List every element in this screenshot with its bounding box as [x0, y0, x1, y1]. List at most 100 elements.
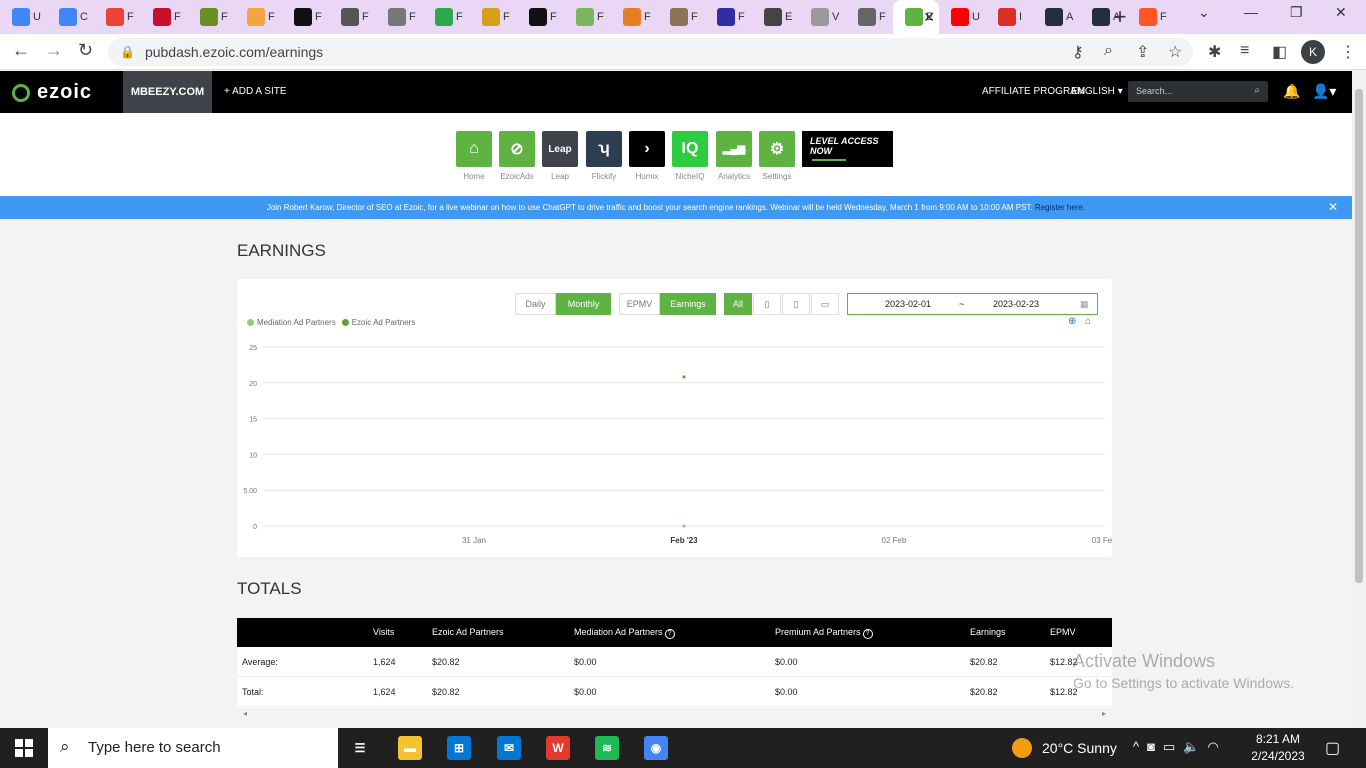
ezoic-search-input[interactable]: Search... ⌕ [1128, 81, 1268, 102]
level-access-promo[interactable]: LEVEL ACCESS NOW [802, 131, 893, 167]
scrollbar-thumb[interactable] [1355, 89, 1363, 583]
wifi-icon[interactable]: ◠ [1207, 739, 1218, 755]
page-scrollbar[interactable] [1352, 71, 1366, 728]
battery-icon[interactable]: ▭ [1163, 739, 1175, 755]
search-icon[interactable]: ⌕ [1254, 85, 1260, 96]
table-cell: $0.00 [574, 687, 597, 697]
browser-tab[interactable]: F [564, 0, 611, 34]
ezoic-logo[interactable]: ezoic [12, 81, 92, 104]
browser-tab[interactable]: U [939, 0, 986, 34]
app-home[interactable]: ⌂ Home [456, 131, 492, 181]
windows-start-icon[interactable] [15, 739, 33, 757]
share-icon[interactable]: ⇪ [1136, 42, 1149, 62]
mail-icon[interactable]: ✉ [497, 736, 521, 760]
browser-tab[interactable]: I [986, 0, 1033, 34]
site-icon [200, 8, 218, 26]
browser-tab[interactable]: F [611, 0, 658, 34]
tab-title: E [785, 11, 793, 23]
address-bar[interactable]: 🔒 pubdash.ezoic.com/earnings [108, 38, 1193, 66]
bookmark-star-icon[interactable]: ☆ [1168, 42, 1182, 62]
media-queue-icon[interactable]: ≡ [1240, 42, 1249, 60]
browser-tab[interactable]: V [799, 0, 846, 34]
browser-tab[interactable]: F [141, 0, 188, 34]
app-analytics[interactable]: ▂▄▆ Analytics [716, 131, 752, 181]
browser-tab[interactable]: F [376, 0, 423, 34]
profile-avatar[interactable]: K [1301, 40, 1325, 64]
site-selector-button[interactable]: MBEEZY.COM [123, 71, 212, 113]
restore-button[interactable]: ❐ [1290, 4, 1303, 21]
app-leap[interactable]: Leap Leap [542, 131, 578, 181]
tab-title: U [33, 11, 41, 23]
wps-office-icon[interactable]: W [546, 736, 570, 760]
minimize-button[interactable]: — [1244, 4, 1258, 20]
side-panel-icon[interactable]: ◧ [1272, 42, 1287, 62]
taskbar-search-input[interactable]: ⌕ Type here to search [48, 728, 338, 768]
volume-icon[interactable]: 🔈 [1183, 739, 1199, 755]
browser-tab[interactable]: F [705, 0, 752, 34]
key-icon[interactable]: ⚷ [1072, 42, 1084, 62]
forward-icon[interactable]: → [45, 40, 63, 61]
close-window-button[interactable]: ✕ [1335, 4, 1347, 21]
task-view-icon[interactable]: ☰ [348, 736, 372, 760]
user-menu-icon[interactable]: 👤▾ [1312, 83, 1336, 100]
google-docs-icon [12, 8, 30, 26]
app-settings[interactable]: ⚙ Settings [759, 131, 795, 181]
browser-tab[interactable]: F [235, 0, 282, 34]
reload-icon[interactable]: ↻ [78, 40, 93, 61]
browser-tab[interactable]: F [282, 0, 329, 34]
site-icon [435, 8, 453, 26]
browser-tab[interactable]: F [846, 0, 893, 34]
browser-tab[interactable]: F [470, 0, 517, 34]
browser-tab[interactable]: F [94, 0, 141, 34]
browser-tab[interactable]: E ✕ [893, 0, 939, 34]
browser-tab[interactable]: E [752, 0, 799, 34]
affiliate-program-link[interactable]: AFFILIATE PROGRAM [982, 86, 1085, 97]
spotify-icon[interactable]: ≋ [595, 736, 619, 760]
notifications-bell-icon[interactable]: 🔔 [1283, 83, 1300, 100]
chrome-icon[interactable]: ◉ [644, 736, 668, 760]
browser-tab[interactable]: F [188, 0, 235, 34]
zoom-icon[interactable]: ⌕ [1104, 42, 1113, 60]
app-ezoicads[interactable]: ⊘ EzoicAds [499, 131, 535, 181]
close-tab-icon[interactable]: ✕ [923, 9, 935, 26]
browser-tab[interactable]: F [329, 0, 376, 34]
app-humix[interactable]: › Humix [629, 131, 665, 181]
scroll-right-icon[interactable]: ▸ [1102, 709, 1106, 718]
browser-tab[interactable]: F [517, 0, 564, 34]
meet-now-icon[interactable]: ◙ [1147, 739, 1155, 755]
site-icon [482, 8, 500, 26]
app-flickify[interactable]: ʮ Flickify [586, 131, 622, 181]
menu-icon[interactable]: ⋮ [1340, 42, 1356, 62]
add-site-link[interactable]: + ADD A SITE [224, 86, 287, 97]
microsoft-store-icon[interactable]: ⊞ [447, 736, 471, 760]
table-horizontal-scrollbar[interactable]: ◂ ▸ [237, 709, 1112, 721]
help-icon[interactable]: ? [862, 629, 873, 639]
banner-close-icon[interactable]: ✕ [1328, 196, 1338, 219]
browser-tab[interactable]: F [658, 0, 705, 34]
data-point[interactable] [682, 375, 686, 379]
help-icon[interactable]: ? [664, 629, 675, 639]
chevron-up-icon[interactable]: ^ [1133, 739, 1139, 755]
ezoic-icon [905, 8, 923, 26]
browser-tab[interactable]: C [47, 0, 94, 34]
browser-tab[interactable]: F [1127, 0, 1174, 34]
notifications-icon[interactable]: ▢ [1325, 738, 1340, 758]
url-text[interactable]: pubdash.ezoic.com/earnings [145, 44, 323, 60]
register-link[interactable]: Register here. [1035, 203, 1085, 212]
back-icon[interactable]: ← [12, 40, 30, 61]
scroll-left-icon[interactable]: ◂ [243, 709, 247, 718]
extensions-icon[interactable]: ✱ [1208, 42, 1221, 62]
browser-tab[interactable]: A [1033, 0, 1080, 34]
data-point[interactable] [682, 524, 686, 528]
taskbar-clock[interactable]: 8:21 AM 2/24/2023 [1248, 731, 1308, 765]
language-selector[interactable]: ENGLISH ▾ [1071, 86, 1123, 97]
browser-tab[interactable]: U [0, 0, 47, 34]
browser-tab[interactable]: F [423, 0, 470, 34]
file-explorer-icon[interactable]: ▬ [398, 736, 422, 760]
tab-search-icon[interactable]: ⌄ [1198, 4, 1210, 21]
lock-icon[interactable]: 🔒 [120, 45, 135, 59]
app-nicheiq[interactable]: IQ NicheIQ [672, 131, 708, 181]
tab-title: F [127, 11, 134, 23]
new-tab-button[interactable]: + [1108, 4, 1132, 30]
weather-widget[interactable]: 20°C Sunny [1012, 738, 1117, 758]
